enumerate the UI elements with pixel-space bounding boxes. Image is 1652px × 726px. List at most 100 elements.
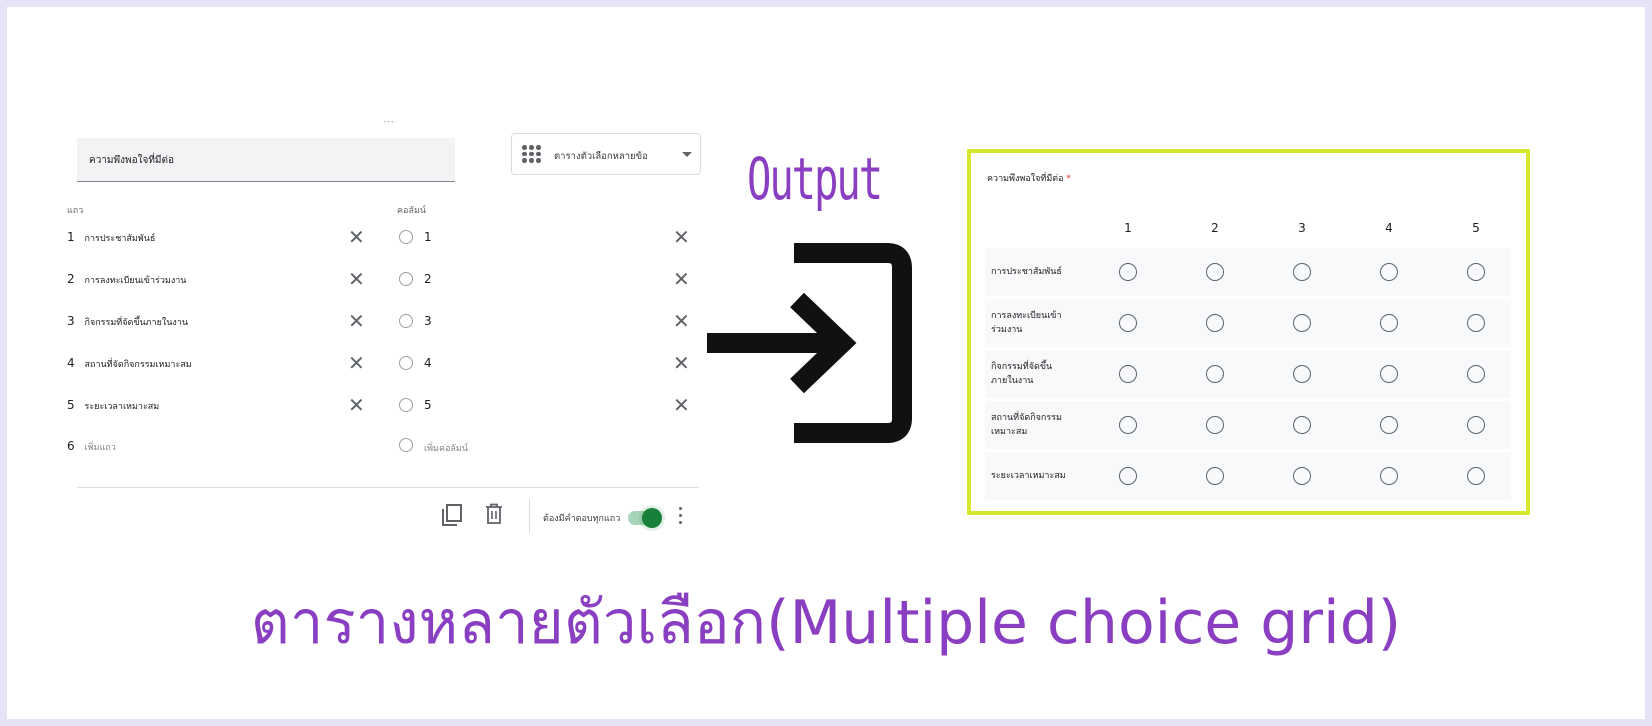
- radio-icon: [399, 438, 413, 452]
- row-item-4[interactable]: 4 สถานที่จัดกิจกรรมเหมาะสม: [67, 356, 192, 371]
- row-item-2[interactable]: 2 การลงทะเบียนเข้าร่วมงาน: [67, 272, 186, 287]
- grid-column-header-5: 5: [1472, 221, 1480, 235]
- grid-row-3: กิจกรรมที่จัดขึ้นภายในงาน: [985, 350, 1511, 398]
- remove-column-4-close-icon[interactable]: ✕: [673, 353, 690, 373]
- column-label-4[interactable]: 4: [424, 356, 432, 370]
- row-number: 5: [67, 398, 75, 412]
- row-number: 1: [67, 230, 75, 244]
- column-label-3[interactable]: 3: [424, 314, 432, 328]
- remove-column-5-close-icon[interactable]: ✕: [673, 395, 690, 415]
- radio-icon: [399, 356, 413, 370]
- radio-button[interactable]: [1293, 467, 1311, 485]
- grid-icon: [522, 145, 542, 163]
- radio-button[interactable]: [1467, 416, 1485, 434]
- add-row-label: เพิ่มแถว: [84, 443, 116, 453]
- radio-button[interactable]: [1380, 467, 1398, 485]
- radio-button[interactable]: [1119, 467, 1137, 485]
- row-label: การลงทะเบียนเข้าร่วมงาน: [84, 276, 187, 286]
- radio-button[interactable]: [1206, 467, 1224, 485]
- drag-handle-icon[interactable]: ⋯: [383, 115, 395, 128]
- footer-vertical-divider: [529, 499, 530, 533]
- column-label-2[interactable]: 2: [424, 272, 432, 286]
- grid-row-label: สถานที่จัดกิจกรรมเหมาะสม: [991, 413, 1062, 437]
- question-type-label: ตารางตัวเลือกหลายข้อ: [554, 151, 648, 162]
- question-type-dropdown[interactable]: ตารางตัวเลือกหลายข้อ: [511, 133, 701, 175]
- radio-button[interactable]: [1206, 416, 1224, 434]
- grid-row-4: สถานที่จัดกิจกรรมเหมาะสม: [985, 401, 1511, 449]
- radio-button[interactable]: [1467, 314, 1485, 332]
- remove-row-4-close-icon[interactable]: ✕: [348, 353, 365, 373]
- grid-column-header-2: 2: [1211, 221, 1219, 235]
- radio-button[interactable]: [1467, 365, 1485, 383]
- trash-icon[interactable]: [485, 503, 503, 525]
- grid-row-label: ระยะเวลาเหมาะสม: [991, 471, 1066, 481]
- output-label: Output: [747, 145, 883, 213]
- row-item-5[interactable]: 5 ระยะเวลาเหมาะสม: [67, 398, 159, 413]
- radio-button[interactable]: [1293, 365, 1311, 383]
- row-number: 4: [67, 356, 75, 370]
- row-label: ระยะเวลาเหมาะสม: [84, 402, 160, 412]
- remove-row-5-close-icon[interactable]: ✕: [348, 395, 365, 415]
- radio-button[interactable]: [1206, 314, 1224, 332]
- radio-button[interactable]: [1293, 263, 1311, 281]
- grid-column-header-4: 4: [1385, 221, 1393, 235]
- question-title-field[interactable]: ความพึงพอใจที่มีต่อ: [77, 138, 455, 182]
- remove-column-1-close-icon[interactable]: ✕: [673, 227, 690, 247]
- row-label: การประชาสัมพันธ์: [84, 234, 156, 244]
- row-label: สถานที่จัดกิจกรรมเหมาะสม: [84, 360, 192, 370]
- column-label-1[interactable]: 1: [424, 230, 432, 244]
- remove-column-3-close-icon[interactable]: ✕: [673, 311, 690, 331]
- radio-button[interactable]: [1380, 365, 1398, 383]
- row-number: 3: [67, 314, 75, 328]
- chevron-down-icon: [682, 152, 692, 157]
- question-title-text: ความพึงพอใจที่มีต่อ: [89, 155, 175, 166]
- duplicate-icon[interactable]: [441, 503, 463, 527]
- remove-column-2-close-icon[interactable]: ✕: [673, 269, 690, 289]
- radio-icon: [399, 272, 413, 286]
- remove-row-2-close-icon[interactable]: ✕: [348, 269, 365, 289]
- radio-button[interactable]: [1293, 416, 1311, 434]
- row-item-1[interactable]: 1 การประชาสัมพันธ์: [67, 230, 155, 245]
- radio-button[interactable]: [1380, 263, 1398, 281]
- row-label: กิจกรรมที่จัดขึ้นภายในงาน: [84, 318, 189, 328]
- arrow-into-bracket-icon: [707, 243, 912, 443]
- grid-column-header-1: 1: [1124, 221, 1132, 235]
- radio-button[interactable]: [1119, 416, 1137, 434]
- grid-row-label: การประชาสัมพันธ์: [991, 267, 1062, 277]
- add-row[interactable]: 6 เพิ่มแถว: [67, 439, 116, 454]
- grid-row-5: ระยะเวลาเหมาะสม: [985, 452, 1511, 500]
- required-toggle-knob[interactable]: [642, 508, 662, 528]
- radio-button[interactable]: [1467, 467, 1485, 485]
- required-toggle-label: ต้องมีคำตอบทุกแถว: [543, 514, 621, 524]
- add-column[interactable]: เพิ่มคอลัมน์: [424, 441, 468, 455]
- footer-divider: [77, 487, 699, 488]
- grid-column-header-3: 3: [1298, 221, 1306, 235]
- preview-question-text: ความพึงพอใจที่มีต่อ: [987, 174, 1064, 184]
- radio-icon: [399, 314, 413, 328]
- preview-question-title: ความพึงพอใจที่มีต่อ *: [987, 171, 1071, 185]
- grid-row-label: การลงทะเบียนเข้าร่วมงาน: [991, 311, 1062, 335]
- radio-button[interactable]: [1206, 365, 1224, 383]
- caption-title: ตารางหลายตัวเลือก(Multiple choice grid): [250, 588, 1402, 658]
- remove-row-1-close-icon[interactable]: ✕: [348, 227, 365, 247]
- row-number: 2: [67, 272, 75, 286]
- radio-icon: [399, 230, 413, 244]
- radio-button[interactable]: [1206, 263, 1224, 281]
- radio-button[interactable]: [1293, 314, 1311, 332]
- columns-header: คอลัมน์: [397, 206, 427, 216]
- grid-row-label: กิจกรรมที่จัดขึ้นภายในงาน: [991, 362, 1053, 386]
- required-asterisk: *: [1066, 174, 1071, 184]
- slide: ⋯ ความพึงพอใจที่มีต่อ ตารางตัวเลือกหลายข…: [7, 7, 1645, 719]
- radio-button[interactable]: [1467, 263, 1485, 281]
- radio-button[interactable]: [1119, 314, 1137, 332]
- preview-panel: ความพึงพอใจที่มีต่อ * 1 2 3 4 5 การประชา…: [967, 149, 1530, 515]
- radio-button[interactable]: [1119, 365, 1137, 383]
- more-vert-icon[interactable]: [679, 507, 683, 525]
- radio-button[interactable]: [1380, 314, 1398, 332]
- row-item-3[interactable]: 3 กิจกรรมที่จัดขึ้นภายในงาน: [67, 314, 188, 329]
- radio-button[interactable]: [1380, 416, 1398, 434]
- radio-button[interactable]: [1119, 263, 1137, 281]
- row-number: 6: [67, 439, 75, 453]
- remove-row-3-close-icon[interactable]: ✕: [348, 311, 365, 331]
- column-label-5[interactable]: 5: [424, 398, 432, 412]
